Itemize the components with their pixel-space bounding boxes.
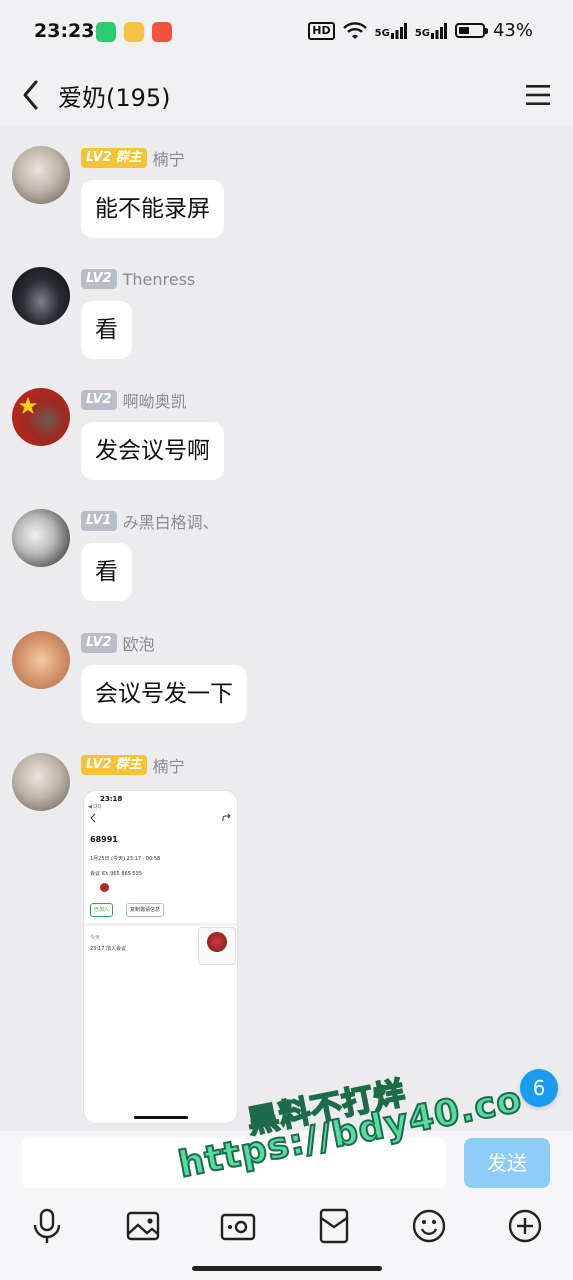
avatar[interactable] [12,631,70,689]
unread-count-badge[interactable]: 6 [520,1069,558,1107]
shot-qq-back: ◀ QQ [88,804,102,810]
mascot-app-icon [124,22,144,42]
avatar[interactable] [12,388,70,446]
message-bubble[interactable]: 能不能录屏 [81,180,224,238]
star-icon [19,397,37,414]
image-message[interactable]: 23:18 ◀ QQ 68991 1月25日 (今天) 23:17 · 00:5… [84,791,237,1123]
red-packet-icon[interactable] [314,1206,354,1246]
level-badge: LV2 [81,269,117,289]
message-item: LV2 欧泡 会议号发一下 [0,631,573,731]
battery-percent: 43% [492,20,533,41]
avatar[interactable] [12,146,70,204]
shot-meeting-title: 68991 [90,835,118,844]
menu-icon[interactable] [525,82,551,108]
shot-back-icon [90,813,96,823]
message-bubble[interactable]: 看 [81,543,132,601]
shot-tile-avatar [207,932,227,952]
sender-nickname[interactable]: 楠宁 [153,146,185,170]
avatar[interactable] [12,753,70,811]
chat-message-list[interactable]: LV2 群主 楠宁 能不能录屏 LV2 Thenress 看 LV2 啊呦奥凯 发… [0,126,573,1131]
message-bubble[interactable]: 会议号发一下 [81,665,247,723]
level-badge: LV2 [81,390,117,410]
group-title: 爱奶(195) [58,84,171,112]
video-app-icon [152,22,172,42]
sender-nickname[interactable]: 楠宁 [153,753,185,777]
signal-2-icon: 5G [415,22,447,39]
level-badge: LV2 群主 [81,148,147,168]
sender-nickname[interactable]: 欧泡 [123,631,155,655]
message-meta: LV2 Thenress [81,267,195,291]
shot-today-label: 今天 [90,935,101,941]
message-item: LV2 群主 楠宁 能不能录屏 [0,146,573,246]
home-indicator [192,1266,382,1271]
chat-header: 爱奶(195) [0,64,573,126]
shot-date-line: 1月25日 (今天) 23:17 · 00:58 [90,856,161,862]
shot-joined-button: 已加入 [90,903,114,917]
shot-video-tile [198,927,236,965]
avatar[interactable] [12,267,70,325]
message-bubble[interactable]: 发会议号啊 [81,422,224,480]
message-meta: LV2 群主 楠宁 [81,753,185,777]
send-button[interactable]: 发送 [464,1138,550,1188]
level-badge: LV1 [81,511,117,531]
status-time: 23:23 [34,20,95,42]
avatar[interactable] [12,509,70,567]
shot-status-time: 23:18 [100,795,123,803]
message-meta: LV2 啊呦奥凯 [81,388,187,412]
wifi-icon [342,21,367,39]
status-bar: 23:23 HD 5G 5G 43% [0,0,573,64]
shot-home-indicator [134,1116,188,1119]
sender-nickname[interactable]: Thenress [123,270,196,289]
message-item: LV2 群主 楠宁 23:18 ◀ QQ 68991 1月25日 (今天) 23:… [0,753,573,1131]
shot-copy-button: 复制邀请信息 [126,903,165,917]
message-item: LV2 啊呦奥凯 发会议号啊 [0,388,573,488]
message-meta: LV1 み黑白格调、 [81,509,219,533]
status-right: HD 5G 5G 43% [308,20,533,41]
image-icon[interactable] [123,1206,163,1246]
message-meta: LV2 欧泡 [81,631,155,655]
level-badge: LV2 [81,633,117,653]
shot-host-avatar [100,883,109,892]
shot-join-line: 23:17 加入会议 [90,946,126,952]
messages-app-icon [96,22,116,42]
mic-icon[interactable] [27,1206,67,1246]
level-badge: LV2 群主 [81,755,147,775]
shot-meeting-id: 会议 ID: 965 865 535 [90,871,142,877]
emoji-icon[interactable] [409,1206,449,1246]
signal-1-icon: 5G [375,22,407,39]
message-meta: LV2 群主 楠宁 [81,146,185,170]
battery-icon [454,23,488,38]
back-arrow-icon[interactable] [18,78,44,112]
message-item: LV2 Thenress 看 [0,267,573,367]
sender-nickname[interactable]: み黑白格调、 [123,509,219,533]
shot-share-icon [222,813,231,821]
message-bubble[interactable]: 看 [81,301,132,359]
sender-nickname[interactable]: 啊呦奥凯 [123,388,187,412]
hd-icon: HD [308,21,335,40]
plus-icon[interactable] [505,1206,545,1246]
shot-divider [84,923,237,926]
camera-icon[interactable] [218,1206,258,1246]
message-item: LV1 み黑白格调、 看 [0,509,573,609]
